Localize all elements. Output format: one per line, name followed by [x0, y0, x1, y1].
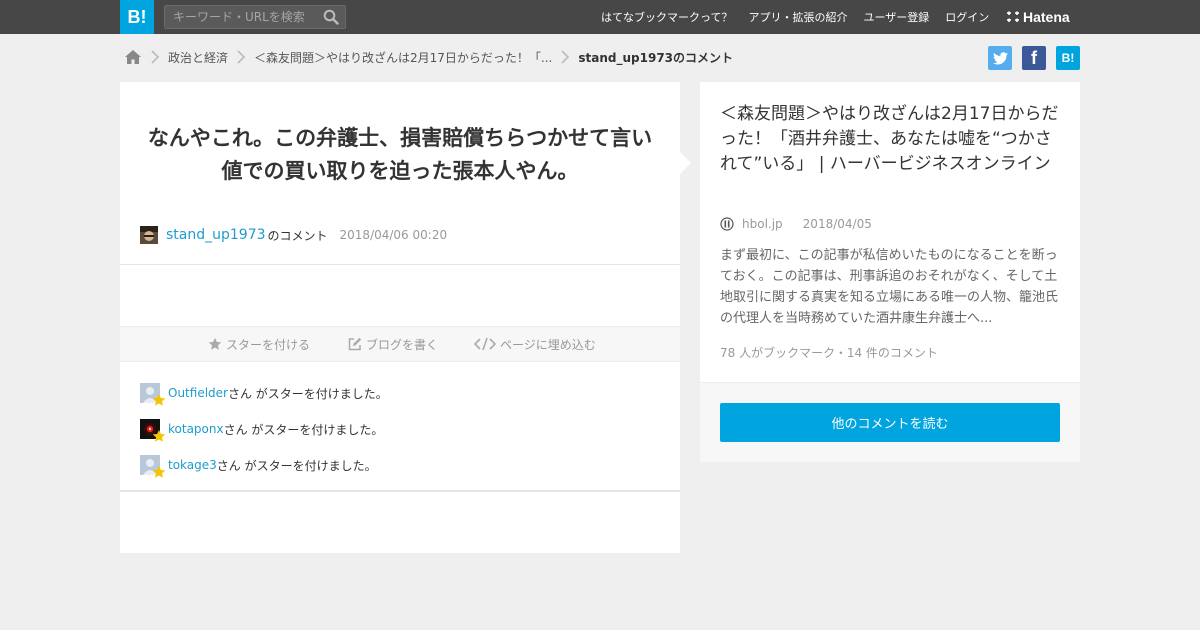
list-item: kotaponx さん がスターを付けました。	[140, 418, 384, 442]
comment-meta: stand_up1973 のコメント 2018/04/06 00:20	[140, 224, 447, 246]
nav-about[interactable]: はてなブックマークって？	[601, 9, 732, 25]
global-header: B! はてなブックマークって？ アプリ・拡張の紹介 ユーザー登録 ログイン Ha…	[0, 0, 1200, 34]
star-user-link[interactable]: kotaponx	[168, 422, 224, 436]
site-favicon-icon	[720, 217, 734, 231]
star-icon	[152, 429, 166, 442]
comment-card: なんやこれ。この弁護士、損害賠償ちらつかせて言い値での買い取りを迫った張本人やん…	[120, 82, 680, 553]
nav-login[interactable]: ログイン	[945, 9, 989, 25]
edit-icon	[348, 337, 362, 351]
home-icon[interactable]	[124, 49, 142, 65]
bookmark-count[interactable]: 78 人がブックマーク・14 件のコメント	[720, 344, 938, 361]
star-icon	[152, 465, 166, 478]
breadcrumb-article[interactable]: ＜森友問題＞やはり改ざんは2月17日からだった！「...	[254, 49, 552, 66]
twitter-icon	[992, 51, 1008, 64]
divider	[120, 264, 680, 265]
breadcrumb-current: stand_up1973のコメント	[578, 50, 734, 65]
code-icon	[474, 337, 496, 351]
article-description: まず最初に、この記事が私信めいたものになることを断っておく。この記事は、刑事訴追…	[720, 248, 1059, 326]
comment-actions: スターを付ける ブログを書く ページに埋め込む	[120, 326, 680, 362]
embed-label: ページに埋め込む	[500, 337, 596, 352]
hatena-brand[interactable]: Hatena	[1006, 8, 1070, 26]
hatena-mark-icon	[1007, 11, 1019, 22]
search-input[interactable]	[165, 6, 315, 28]
chevron-right-icon	[561, 50, 570, 64]
article-card: ＜森友問題＞やはり改ざんは2月17日からだった！「酒井弁護士、あなたは嘘を“つか…	[700, 82, 1080, 462]
write-blog-button[interactable]: ブログを書く	[348, 327, 438, 361]
star-text: さん がスターを付けました。	[227, 386, 388, 401]
embed-button[interactable]: ページに埋め込む	[474, 327, 596, 361]
write-blog-label: ブログを書く	[366, 337, 439, 352]
nav-apps[interactable]: アプリ・拡張の紹介	[748, 9, 847, 25]
add-star-label: スターを付ける	[226, 337, 311, 352]
star-text: さん がスターを付けました。	[216, 458, 377, 473]
star-icon	[208, 337, 222, 350]
facebook-share-button[interactable]: f	[1022, 46, 1046, 70]
header-nav: はてなブックマークって？ アプリ・拡張の紹介 ユーザー登録 ログイン	[585, 0, 989, 34]
article-domain[interactable]: hbol.jp	[742, 217, 783, 231]
divider	[120, 490, 680, 492]
breadcrumb-category[interactable]: 政治と経済	[168, 49, 228, 66]
list-item: Outfielder さん がスターを付けました。	[140, 382, 388, 406]
comment-suffix: のコメント	[267, 228, 328, 243]
comment-user-link[interactable]: stand_up1973	[166, 227, 266, 243]
breadcrumb: 政治と経済 ＜森友問題＞やはり改ざんは2月17日からだった！「... stand…	[124, 46, 733, 68]
chevron-right-icon	[151, 50, 160, 64]
search-icon[interactable]	[323, 9, 339, 25]
hatena-bookmark-share-button[interactable]: B!	[1056, 46, 1080, 70]
twitter-share-button[interactable]	[988, 46, 1012, 70]
comment-timestamp[interactable]: 2018/04/06 00:20	[340, 228, 448, 242]
avatar[interactable]	[140, 226, 158, 244]
star-icon	[152, 393, 166, 406]
avatar[interactable]	[140, 455, 166, 478]
nav-register[interactable]: ユーザー登録	[863, 9, 929, 25]
read-other-comments-button[interactable]: 他のコメントを読む	[720, 403, 1060, 442]
article-card-footer: 他のコメントを読む	[700, 382, 1080, 462]
star-text: さん がスターを付けました。	[223, 422, 384, 437]
chevron-right-icon	[237, 50, 246, 64]
avatar[interactable]	[140, 383, 166, 406]
hatena-brand-label: Hatena	[1023, 9, 1070, 25]
avatar[interactable]	[140, 419, 166, 442]
search-box	[164, 5, 346, 29]
hatena-bookmark-logo[interactable]: B!	[120, 0, 154, 34]
card-pointer	[680, 152, 691, 174]
article-date: 2018/04/05	[802, 217, 872, 231]
list-item: tokage3 さん がスターを付けました。	[140, 454, 377, 478]
article-title-link[interactable]: ＜森友問題＞やはり改ざんは2月17日からだった！「酒井弁護士、あなたは嘘を“つか…	[720, 102, 1065, 177]
star-user-link[interactable]: tokage3	[168, 458, 217, 472]
comment-text: なんやこれ。この弁護士、損害賠償ちらつかせて言い値での買い取りを迫った張本人やん…	[147, 126, 653, 183]
star-user-link[interactable]: Outfielder	[168, 386, 228, 400]
add-star-button[interactable]: スターを付ける	[208, 327, 310, 361]
article-meta: hbol.jp 2018/04/05	[720, 216, 872, 232]
